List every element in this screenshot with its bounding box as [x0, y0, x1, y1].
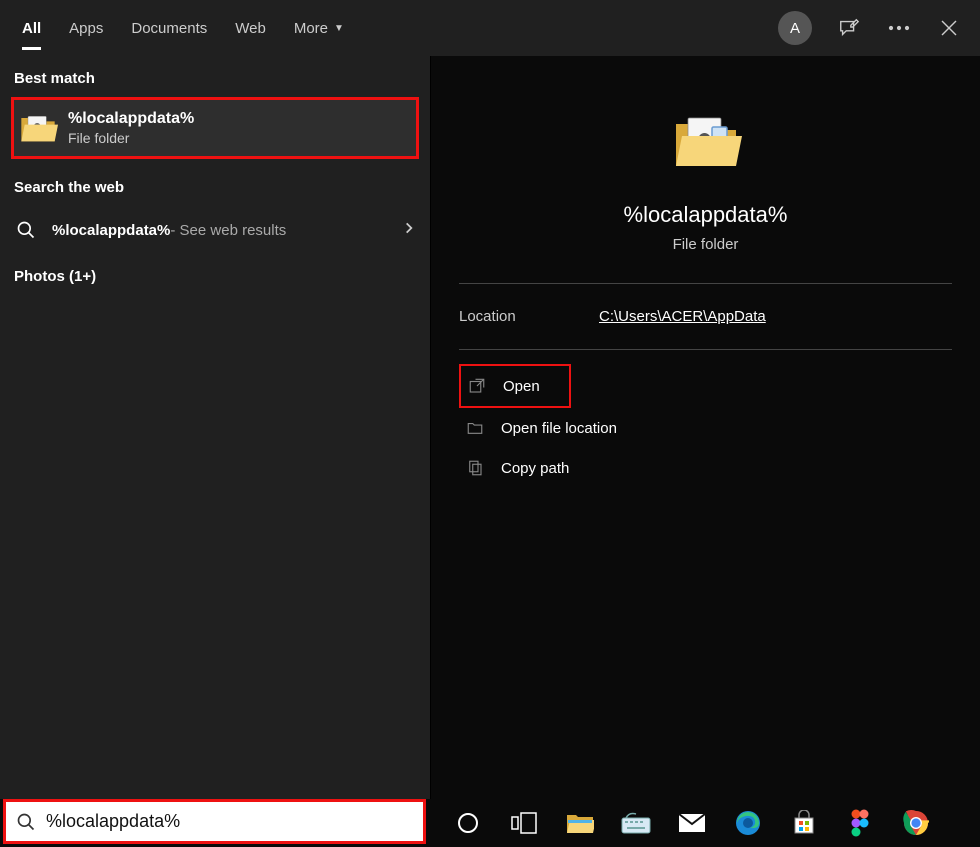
location-label: Location	[459, 308, 599, 325]
action-copy-path[interactable]: Copy path	[459, 448, 952, 488]
taskbar-keyboard[interactable]	[615, 802, 657, 844]
detail-actions: Open Open file location Copy path	[431, 350, 980, 502]
folder-outline-icon	[465, 418, 485, 438]
copy-icon	[465, 458, 485, 478]
action-copy-path-label: Copy path	[501, 460, 569, 477]
web-search-result[interactable]: %localappdata% - See web results	[0, 206, 430, 254]
search-web-label: Search the web	[0, 165, 430, 206]
taskbar-store[interactable]	[783, 802, 825, 844]
folder-icon-large	[670, 106, 742, 178]
feedback-icon[interactable]	[826, 5, 872, 51]
action-open-label: Open	[503, 378, 540, 395]
taskbar-figma[interactable]	[839, 802, 881, 844]
detail-title: %localappdata%	[624, 202, 788, 228]
action-open-file-location[interactable]: Open file location	[459, 408, 952, 448]
taskbar-mail[interactable]	[671, 802, 713, 844]
more-options-icon[interactable]	[876, 5, 922, 51]
web-result-suffix: - See web results	[170, 222, 286, 239]
results-pane: Best match %localappdata% File folder Se…	[0, 56, 430, 799]
folder-icon	[18, 108, 58, 148]
user-avatar[interactable]: A	[778, 11, 812, 45]
bottom-bar	[0, 799, 980, 847]
detail-pane: %localappdata% File folder Location C:\U…	[430, 56, 980, 799]
taskbar	[429, 799, 980, 847]
tab-web[interactable]: Web	[221, 0, 280, 56]
search-icon	[16, 812, 36, 832]
close-button[interactable]	[926, 5, 972, 51]
top-tabs-bar: All Apps Documents Web More▼ A	[0, 0, 980, 56]
tab-more[interactable]: More▼	[280, 0, 358, 56]
search-input[interactable]	[46, 811, 413, 832]
taskbar-chrome[interactable]	[895, 802, 937, 844]
detail-header: %localappdata% File folder	[459, 56, 952, 284]
tab-list: All Apps Documents Web More▼	[8, 0, 358, 56]
top-right-controls: A	[778, 5, 972, 51]
taskbar-task-view[interactable]	[503, 802, 545, 844]
taskbar-cortana[interactable]	[447, 802, 489, 844]
best-match-label: Best match	[0, 56, 430, 97]
tab-documents[interactable]: Documents	[117, 0, 221, 56]
taskbar-file-explorer[interactable]	[559, 802, 601, 844]
location-path-link[interactable]: C:\Users\ACER\AppData	[599, 308, 766, 325]
open-icon	[467, 376, 487, 396]
photos-section-label[interactable]: Photos (1+)	[0, 254, 430, 295]
action-open[interactable]: Open	[459, 364, 571, 408]
action-open-location-label: Open file location	[501, 420, 617, 437]
tab-apps[interactable]: Apps	[55, 0, 117, 56]
best-match-subtitle: File folder	[68, 130, 194, 146]
web-result-query: %localappdata%	[52, 222, 170, 239]
detail-location-row: Location C:\Users\ACER\AppData	[459, 284, 952, 350]
best-match-result[interactable]: %localappdata% File folder	[11, 97, 419, 159]
taskbar-edge[interactable]	[727, 802, 769, 844]
tab-all[interactable]: All	[8, 0, 55, 56]
search-icon	[14, 218, 38, 242]
search-box[interactable]	[3, 799, 426, 844]
detail-subtitle: File folder	[673, 236, 739, 253]
chevron-right-icon	[402, 221, 416, 240]
chevron-down-icon: ▼	[334, 23, 344, 34]
best-match-title: %localappdata%	[68, 110, 194, 128]
